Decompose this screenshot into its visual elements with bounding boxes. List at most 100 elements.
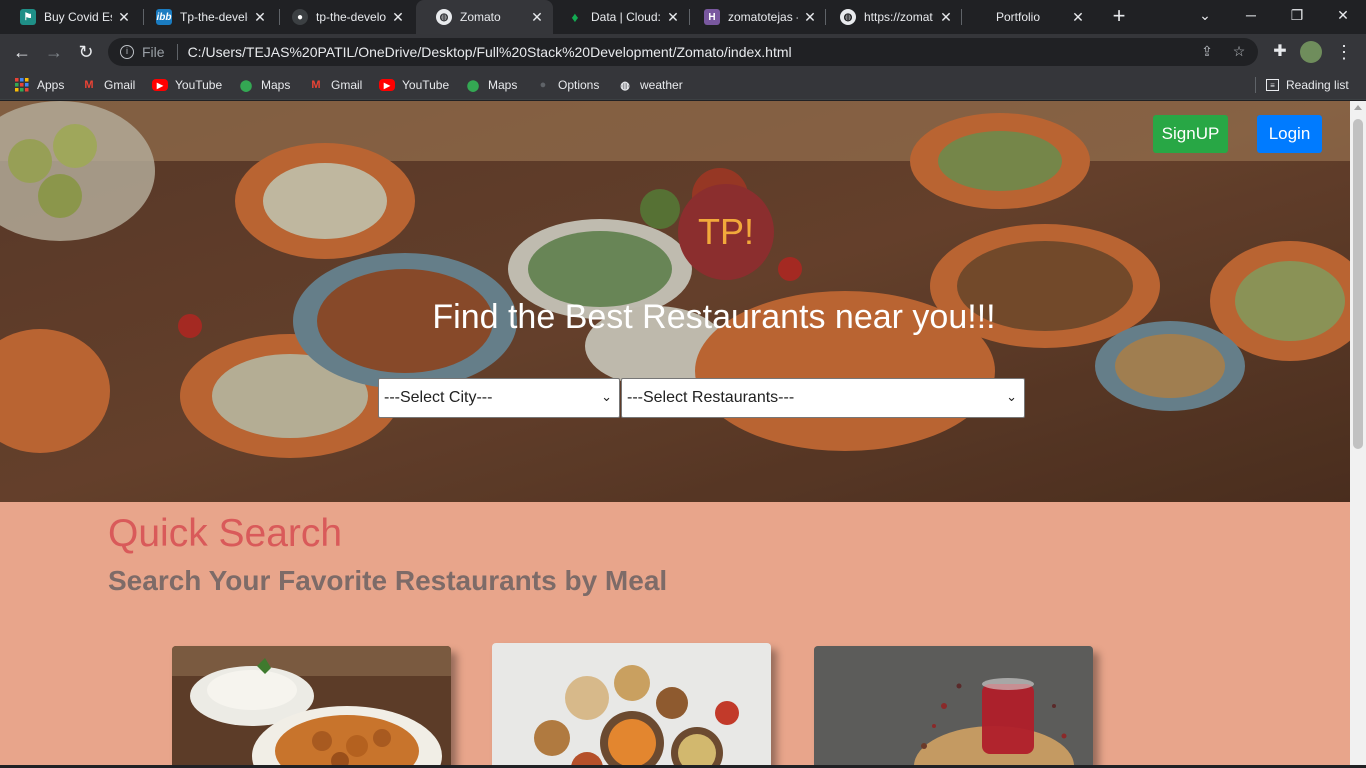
heroku-icon: H (704, 9, 720, 25)
close-tab-icon[interactable]: ✕ (390, 9, 406, 26)
mongodb-leaf-icon: ♦ (571, 9, 579, 25)
drink-photo (814, 646, 1093, 768)
tab-zomato-url[interactable]: ◍ https://zomat ✕ (820, 0, 962, 34)
close-tab-icon[interactable]: ✕ (116, 9, 132, 26)
reading-list-button[interactable]: ≡ Reading list (1266, 76, 1349, 94)
bookmark-youtube[interactable]: ▶ YouTube (152, 76, 222, 94)
close-tab-icon[interactable]: ✕ (1070, 9, 1086, 26)
bookmark-apps[interactable]: Apps (14, 76, 64, 94)
scroll-up-arrow-icon[interactable] (1354, 105, 1362, 110)
tab-covid-shop[interactable]: ⚑ Buy Covid Ess ✕ (0, 0, 140, 34)
meal-card-drinks[interactable] (814, 646, 1093, 768)
tab-title: Zomato (460, 10, 501, 24)
tab-heroku[interactable]: H zomatotejas - ✕ (684, 0, 826, 34)
browser-toolbar: ← → ↻ i File C:/Users/TEJAS%20PATIL/OneD… (0, 34, 1366, 70)
reload-icon[interactable]: ↻ (74, 40, 98, 64)
globe-icon: ◍ (840, 9, 856, 25)
scrollbar-thumb[interactable] (1353, 119, 1363, 449)
back-arrow-icon[interactable]: ← (10, 40, 34, 64)
globe-icon: ◍ (620, 79, 630, 92)
meal-card-thali[interactable] (492, 643, 771, 768)
close-window-button[interactable]: ✕ (1320, 0, 1366, 30)
forward-arrow-icon[interactable]: → (42, 40, 66, 64)
github-icon: ● (292, 9, 308, 25)
gmail-icon: M (84, 79, 94, 91)
restaurant-select-value: ---Select Restaurants--- (627, 389, 795, 406)
gmail-icon: M (311, 79, 321, 91)
thali-photo (492, 643, 771, 768)
apps-grid-icon (14, 77, 30, 93)
close-tab-icon[interactable]: ✕ (938, 9, 954, 26)
close-tab-icon[interactable]: ✕ (665, 9, 681, 26)
bookmark-weather[interactable]: ◍ weather (617, 76, 683, 94)
bookmark-label: Gmail (104, 78, 136, 92)
restaurant-select[interactable]: ---Select Restaurants--- ⌄ (621, 378, 1025, 418)
restore-button[interactable]: ❐ (1274, 0, 1320, 30)
close-tab-icon[interactable]: ✕ (252, 9, 268, 26)
new-tab-button[interactable]: + (1108, 4, 1130, 28)
bookmark-label: Maps (488, 78, 518, 92)
bookmark-maps-2[interactable]: ⬤ Maps (465, 76, 518, 94)
youtube-icon: ▶ (152, 79, 168, 91)
page-scrollbar[interactable] (1350, 101, 1366, 768)
tab-mongodb[interactable]: ♦ Data | Cloud: ✕ (547, 0, 689, 34)
tab-title: tp-the-develo (316, 10, 386, 24)
reading-list-label: Reading list (1286, 78, 1349, 92)
share-icon[interactable]: ⇪ (1198, 43, 1216, 61)
bookmark-maps[interactable]: ⬤ Maps (238, 76, 291, 94)
bookmark-options[interactable]: ● Options (535, 76, 600, 94)
bookmark-star-icon[interactable]: ☆ (1230, 43, 1248, 61)
login-button[interactable]: Login (1257, 115, 1322, 153)
info-icon[interactable]: i (120, 45, 134, 59)
ibb-icon: ibb (156, 9, 172, 25)
tab-portfolio[interactable]: Portfolio ✕ (958, 0, 1094, 34)
tab-title: https://zomat (864, 10, 933, 24)
city-select[interactable]: ---Select City--- ⌄ (378, 378, 620, 418)
quick-search-title: Quick Search (108, 512, 343, 555)
chevron-down-icon: ⌄ (1006, 389, 1017, 404)
tab-search-chevron-icon[interactable]: ⌄ (1182, 0, 1228, 30)
meal-card-curry[interactable] (172, 646, 451, 768)
reading-list-icon: ≡ (1266, 79, 1279, 91)
quick-search-subtitle: Search Your Favorite Restaurants by Meal (108, 565, 668, 596)
tab-zomato[interactable]: ◍ Zomato ✕ (416, 0, 553, 34)
covid-shop-icon: ⚑ (20, 9, 36, 25)
extensions-puzzle-icon[interactable]: ✚ (1268, 40, 1292, 64)
bookmark-gmail[interactable]: M Gmail (81, 76, 135, 94)
page-viewport: SignUP Login TP! Find the Best Restauran… (0, 101, 1350, 768)
maps-pin-icon: ⬤ (466, 79, 480, 92)
close-tab-icon[interactable]: ✕ (529, 9, 545, 26)
hero-banner: SignUP Login TP! Find the Best Restauran… (0, 101, 1350, 502)
bookmark-gmail-2[interactable]: M Gmail (308, 76, 362, 94)
site-logo: TP! (678, 184, 774, 280)
github-icon: ● (539, 79, 547, 91)
tab-title: Data | Cloud: (591, 10, 661, 24)
minimize-button[interactable]: ─ (1228, 0, 1274, 30)
bookmark-label: weather (640, 78, 683, 92)
tab-strip: ⚑ Buy Covid Ess ✕ ibb Tp-the-develo ✕ ● … (0, 0, 1366, 34)
tab-title: zomatotejas - (728, 10, 798, 24)
globe-icon: ◍ (436, 9, 452, 25)
tab-github[interactable]: ● tp-the-develo ✕ (272, 0, 414, 34)
bookmark-youtube-2[interactable]: ▶ YouTube (379, 76, 449, 94)
maps-pin-icon: ⬤ (239, 79, 253, 92)
hero-tagline: Find the Best Restaurants near you!!! (432, 298, 996, 336)
bookmark-label: Apps (37, 78, 65, 92)
signup-button[interactable]: SignUP (1153, 115, 1228, 153)
url-text[interactable]: C:/Users/TEJAS%20PATIL/OneDrive/Desktop/… (188, 44, 792, 60)
bookmark-label: Maps (261, 78, 291, 92)
city-select-value: ---Select City--- (384, 389, 493, 406)
bookmark-label: YouTube (402, 78, 450, 92)
menu-kebab-icon[interactable]: ⋮ (1332, 40, 1356, 64)
profile-avatar[interactable] (1300, 41, 1322, 63)
tab-ibb[interactable]: ibb Tp-the-develo ✕ (136, 0, 276, 34)
tab-title: Portfolio (996, 10, 1041, 24)
bookmark-label: Gmail (331, 78, 363, 92)
scheme-label: File (142, 44, 165, 60)
tab-title: Tp-the-develo (180, 10, 248, 24)
close-tab-icon[interactable]: ✕ (802, 9, 818, 26)
youtube-icon: ▶ (379, 79, 395, 91)
address-bar[interactable]: i File C:/Users/TEJAS%20PATIL/OneDrive/D… (108, 38, 1258, 66)
chevron-down-icon: ⌄ (601, 389, 612, 404)
curry-photo (172, 646, 451, 768)
